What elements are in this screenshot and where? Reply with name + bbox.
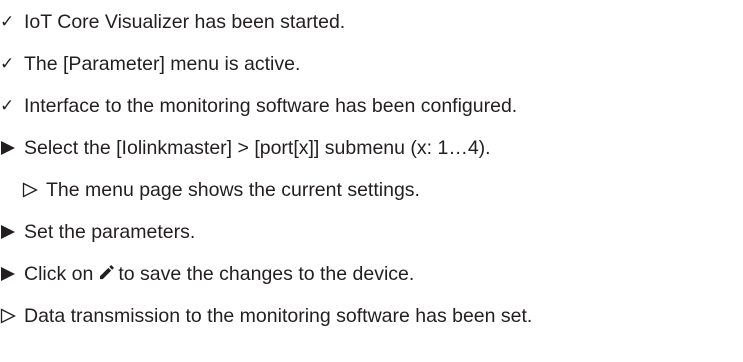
step-text: The menu page shows the current settings… (46, 178, 420, 201)
precondition-item: ✓ Interface to the monitoring software h… (0, 86, 517, 126)
action-item: Select the [Iolinkmaster] > [port[x]] su… (0, 128, 491, 168)
intermediate-result-item: The menu page shows the current settings… (22, 170, 420, 210)
step-text: Interface to the monitoring software has… (24, 94, 518, 117)
step-text: The [Parameter] menu is active. (24, 52, 301, 75)
outline-triangle-icon (22, 182, 46, 198)
filled-triangle-icon (0, 140, 24, 156)
step-text: Data transmission to the monitoring soft… (24, 304, 533, 327)
checkmark-icon: ✓ (0, 12, 15, 31)
step-text: Select the [Iolinkmaster] > [port[x]] su… (24, 136, 491, 159)
checkmark-icon: ✓ (0, 96, 15, 115)
step-text: Click on to save the changes to the devi… (24, 263, 414, 286)
result-item: Data transmission to the monitoring soft… (0, 296, 532, 336)
filled-triangle-icon (0, 224, 24, 240)
action-item: Click on to save the changes to the devi… (0, 254, 414, 294)
outline-triangle-icon (0, 308, 24, 324)
step-text: IoT Core Visualizer has been started. (24, 10, 346, 33)
step-text: Set the parameters. (24, 220, 196, 243)
precondition-item: ✓ IoT Core Visualizer has been started. (0, 2, 345, 42)
instruction-steps: ✓ IoT Core Visualizer has been started. … (0, 0, 743, 362)
checkmark-icon: ✓ (0, 54, 15, 73)
step-text-before: Click on (24, 262, 94, 285)
filled-triangle-icon (0, 266, 24, 282)
action-item: Set the parameters. (0, 212, 195, 252)
pencil-icon (99, 263, 115, 286)
step-text-after: to save the changes to the device. (118, 262, 415, 285)
precondition-item: ✓ The [Parameter] menu is active. (0, 44, 300, 84)
